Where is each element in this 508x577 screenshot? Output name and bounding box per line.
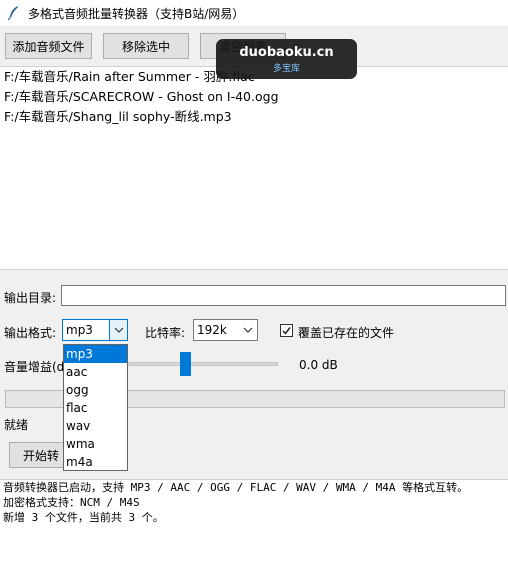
feather-icon xyxy=(7,6,18,21)
output-format-dropdown[interactable]: mp3 aac ogg flac wav wma m4a xyxy=(63,344,128,471)
watermark-text: duobaoku.cn xyxy=(239,45,334,60)
chevron-down-icon[interactable] xyxy=(239,320,257,340)
file-list[interactable]: F:/车载音乐/Rain after Summer - 羽肿.flac F:/车… xyxy=(0,66,508,270)
format-option-mp3[interactable]: mp3 xyxy=(64,345,127,363)
overwrite-label: 覆盖已存在的文件 xyxy=(298,326,395,340)
output-format-select[interactable]: mp3 xyxy=(62,319,128,341)
log-line: 音频转换器已启动，支持 MP3 / AAC / OGG / FLAC / WAV… xyxy=(3,481,469,494)
overwrite-checkbox[interactable] xyxy=(280,324,293,337)
output-dir-input[interactable] xyxy=(61,285,506,306)
format-option-ogg[interactable]: ogg xyxy=(64,381,127,399)
output-format-value: mp3 xyxy=(66,323,93,337)
watermark-overlay: duobaoku.cn 多宝库 xyxy=(216,39,357,79)
format-option-wav[interactable]: wav xyxy=(64,417,127,435)
log-line: 加密格式支持：NCM / M4S xyxy=(3,496,140,509)
log-output[interactable]: 音频转换器已启动，支持 MP3 / AAC / OGG / FLAC / WAV… xyxy=(0,479,508,577)
window-title: 多格式音频批量转换器（支持B站/网易） xyxy=(28,6,245,21)
bitrate-label: 比特率: xyxy=(145,326,186,340)
add-audio-files-button[interactable]: 添加音频文件 xyxy=(5,33,92,59)
volume-gain-slider-thumb[interactable] xyxy=(180,352,191,376)
watermark-subtext: 多宝库 xyxy=(272,64,300,74)
output-format-label: 输出格式: xyxy=(4,326,57,340)
status-text: 就绪 xyxy=(4,418,29,432)
volume-gain-slider-track[interactable] xyxy=(128,362,278,366)
log-line: 新增 3 个文件，当前共 3 个。 xyxy=(3,511,164,524)
bitrate-select[interactable]: 192k xyxy=(193,319,258,341)
bitrate-value: 192k xyxy=(197,323,227,337)
format-option-flac[interactable]: flac xyxy=(64,399,127,417)
list-item[interactable]: F:/车载音乐/SCARECROW - Ghost on I-40.ogg xyxy=(0,87,508,107)
format-option-wma[interactable]: wma xyxy=(64,435,127,453)
output-dir-label: 输出目录: xyxy=(4,291,57,305)
title-bar: 多格式音频批量转换器（支持B站/网易） xyxy=(0,0,508,26)
volume-gain-value: 0.0 dB xyxy=(299,358,338,372)
volume-gain-label: 音量增益(d xyxy=(4,360,65,374)
remove-selected-button[interactable]: 移除选中 xyxy=(103,33,189,59)
format-option-aac[interactable]: aac xyxy=(64,363,127,381)
format-option-m4a[interactable]: m4a xyxy=(64,453,127,471)
chevron-down-icon[interactable] xyxy=(109,320,127,340)
checkmark-icon xyxy=(282,327,291,335)
list-item[interactable]: F:/车载音乐/Shang_lil sophy-断线.mp3 xyxy=(0,107,508,127)
